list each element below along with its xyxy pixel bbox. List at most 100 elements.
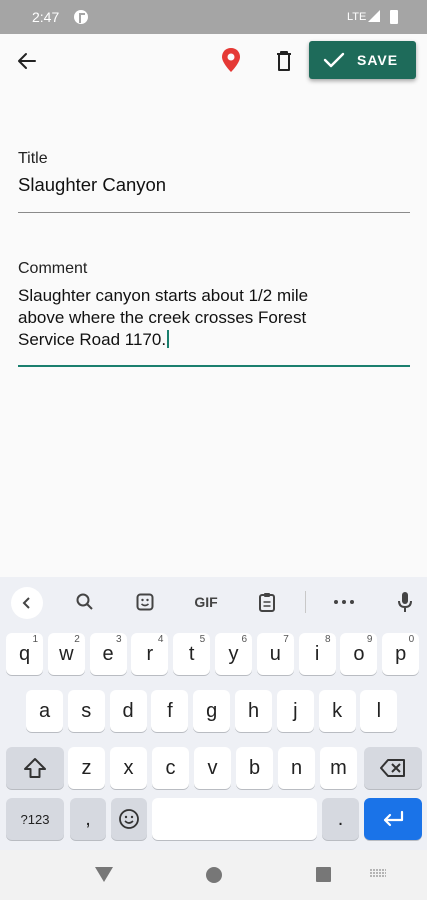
space-key[interactable] [152, 798, 317, 840]
comment-label: Comment [18, 260, 88, 277]
signal-icon [368, 10, 380, 22]
key-label: c [165, 756, 176, 779]
key-label: x [123, 756, 134, 779]
key-label: m [330, 756, 347, 779]
key-h[interactable]: h [235, 690, 272, 732]
toolbar-divider [305, 591, 306, 613]
map-pin-icon [222, 48, 240, 72]
key-r[interactable]: r4 [131, 633, 169, 675]
clipboard-button[interactable] [252, 587, 282, 617]
more-button[interactable] [328, 587, 360, 617]
enter-key[interactable] [364, 798, 422, 840]
backspace-key[interactable] [364, 747, 422, 789]
key-label: h [247, 699, 260, 722]
key-label: d [122, 699, 134, 722]
key-label: g [206, 699, 218, 722]
app-notification-icon [74, 10, 88, 24]
keyboard-switch-icon[interactable] [369, 869, 387, 879]
back-button[interactable] [10, 44, 44, 78]
key-label: n [290, 756, 303, 779]
key-v[interactable]: v [194, 747, 231, 789]
location-button[interactable] [215, 44, 247, 78]
key-label: w [59, 642, 74, 665]
search-icon [76, 593, 93, 610]
key-c[interactable]: c [152, 747, 189, 789]
key-e[interactable]: e3 [89, 633, 127, 675]
key-label: z [81, 756, 92, 779]
key-label: s [81, 699, 92, 722]
text-cursor [167, 330, 170, 348]
key-label: v [207, 756, 218, 779]
backspace-icon [380, 759, 405, 777]
key-a[interactable]: a [26, 690, 63, 732]
key-d[interactable]: d [109, 690, 147, 732]
status-time: 2:47 [32, 9, 60, 25]
keyboard-toolbar: GIF [0, 577, 427, 627]
key-hint: 9 [366, 634, 373, 645]
sticker-button[interactable] [130, 587, 160, 617]
clipboard-icon [259, 593, 275, 612]
save-button[interactable]: SAVE [309, 41, 416, 79]
battery-icon [390, 10, 398, 24]
key-hint: 0 [408, 634, 415, 645]
chevron-left-icon [22, 597, 30, 609]
key-n[interactable]: n [278, 747, 315, 789]
nav-recents-icon[interactable] [316, 867, 331, 882]
check-icon [323, 52, 345, 68]
key-y[interactable]: y6 [215, 633, 252, 675]
nav-home-icon[interactable] [206, 867, 222, 883]
key-g[interactable]: g [193, 690, 231, 732]
key-b[interactable]: b [236, 747, 273, 789]
key-q[interactable]: q1 [6, 633, 43, 675]
key-label: u [269, 642, 281, 665]
key-f[interactable]: f [151, 690, 189, 732]
arrow-left-icon [18, 53, 36, 69]
nav-back-icon[interactable] [95, 867, 113, 882]
key-k[interactable]: k [318, 690, 356, 732]
key-label: p [395, 642, 407, 665]
voice-input-button[interactable] [390, 587, 420, 617]
key-i[interactable]: i8 [298, 633, 336, 675]
key-s[interactable]: s [67, 690, 105, 732]
key-label: b [248, 756, 261, 779]
period-key[interactable]: . [322, 798, 359, 840]
key-label: o [353, 642, 365, 665]
more-horizontal-icon [334, 600, 354, 604]
comment-line: Slaughter canyon starts about 1/2 mile [18, 286, 309, 305]
key-label: a [38, 699, 51, 722]
key-u[interactable]: u7 [256, 633, 294, 675]
key-hint: 2 [74, 634, 80, 645]
save-label: SAVE [357, 52, 399, 68]
comment-value: Slaughter canyon starts about 1/2 mile a… [18, 285, 410, 351]
emoji-key[interactable] [111, 798, 147, 840]
key-label: e [102, 642, 114, 665]
key-label: r [146, 642, 154, 665]
key-x[interactable]: x [110, 747, 147, 789]
symbols-key[interactable]: ?123 [6, 798, 64, 840]
collapse-toolbar-button[interactable] [11, 587, 43, 619]
key-label: k [332, 699, 343, 722]
key-z[interactable]: z [68, 747, 105, 789]
shift-key[interactable] [6, 747, 64, 789]
app-toolbar: SAVE [0, 34, 427, 90]
comma-key[interactable]: , [70, 798, 106, 840]
comment-line: Service Road 1170. [18, 329, 410, 351]
key-hint: 1 [32, 634, 38, 645]
key-o[interactable]: o9 [340, 633, 378, 675]
title-field[interactable]: Title Slaughter Canyon [18, 150, 410, 213]
enter-icon [383, 810, 404, 827]
gif-button[interactable]: GIF [188, 587, 224, 617]
key-w[interactable]: w2 [47, 633, 85, 675]
key-l[interactable]: l [360, 690, 398, 732]
key-m[interactable]: m [320, 747, 357, 789]
key-hint: 6 [241, 634, 247, 645]
microphone-icon [398, 592, 412, 612]
search-button[interactable] [70, 587, 100, 617]
key-p[interactable]: p0 [382, 633, 420, 675]
delete-button[interactable] [268, 44, 300, 78]
key-label: l [376, 699, 382, 722]
key-j[interactable]: j [276, 690, 314, 732]
comment-field[interactable]: Comment Slaughter canyon starts about 1/… [18, 260, 410, 367]
emoji-icon [119, 809, 139, 829]
key-t[interactable]: t5 [173, 633, 211, 675]
